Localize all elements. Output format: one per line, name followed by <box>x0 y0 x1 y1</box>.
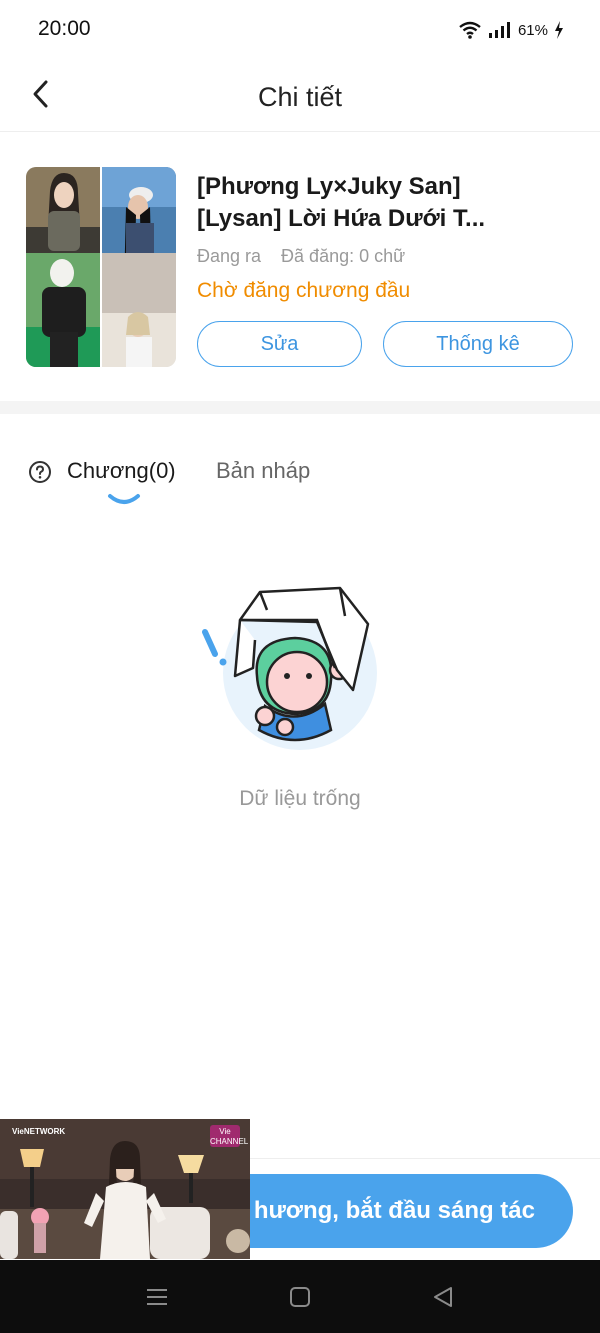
tab-chapters[interactable]: Chương(0) <box>67 458 176 484</box>
system-nav-bar <box>0 1260 600 1333</box>
book-cover[interactable] <box>26 167 176 367</box>
status-icons: 61% <box>458 18 564 42</box>
edit-button[interactable]: Sửa <box>197 321 362 367</box>
charging-icon <box>554 21 564 39</box>
empty-state-text: Dữ liệu trống <box>239 787 361 810</box>
status-time: 20:00 <box>38 17 91 40</box>
book-waiting-status: Chờ đăng chương đầu <box>197 279 411 302</box>
start-writing-button[interactable]: hương, bắt đầu sáng tác <box>200 1174 573 1248</box>
book-title-line1: [Phương Ly×Juky San] <box>197 173 461 200</box>
pip-video-overlay[interactable]: VieNETWORK Vie CHANNEL <box>0 1119 250 1259</box>
tab-drafts[interactable]: Bản nháp <box>216 458 310 484</box>
pip-network-logo: VieNETWORK <box>12 1127 66 1136</box>
help-icon[interactable] <box>28 460 52 484</box>
wifi-icon <box>458 21 482 39</box>
active-tab-indicator <box>107 492 141 506</box>
stats-button[interactable]: Thống kê <box>383 321 573 367</box>
book-title-line2: [Lysan] Lời Hứa Dưới T... <box>197 205 486 232</box>
book-word-count: Đã đăng: 0 chữ <box>281 246 406 266</box>
book-title: [Phương Ly×Juky San] [Lysan] Lời Hứa Dướ… <box>197 171 577 235</box>
book-card: [Phương Ly×Juky San] [Lysan] Lời Hứa Dướ… <box>0 133 600 401</box>
pip-channel-badge: Vie CHANNEL <box>210 1125 249 1147</box>
battery-level: 61% <box>517 21 548 39</box>
back-nav-icon[interactable] <box>430 1284 456 1310</box>
empty-box-illustration <box>195 580 395 750</box>
nav-bar: Chi tiết <box>0 60 600 132</box>
status-bar: 20:00 61% <box>0 0 600 60</box>
tab-bar: Chương(0) Bản nháp <box>0 414 600 514</box>
recent-apps-icon[interactable] <box>144 1284 170 1310</box>
section-divider <box>0 401 600 414</box>
book-meta: Đang ra Đã đăng: 0 chữ <box>197 246 405 267</box>
home-icon[interactable] <box>287 1284 313 1310</box>
signal-icon <box>488 21 512 39</box>
page-title: Chi tiết <box>257 82 343 112</box>
book-status: Đang ra <box>197 246 262 266</box>
